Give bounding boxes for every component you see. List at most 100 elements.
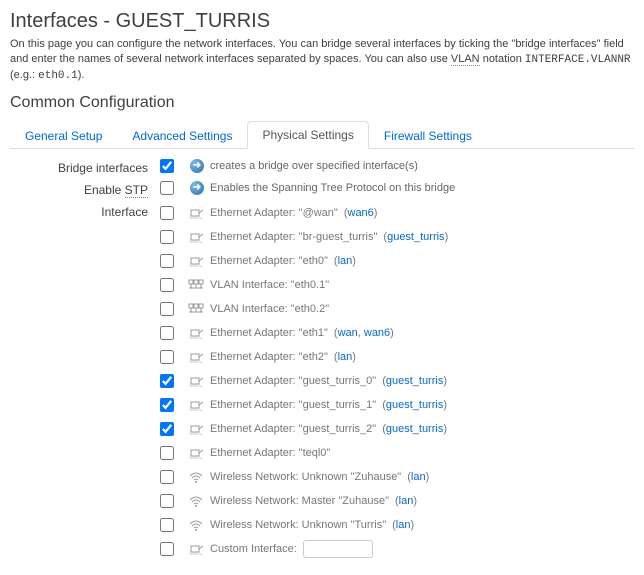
interface-text: Wireless Network: Unknown "Turris" [210,519,386,531]
wifi-icon [188,494,204,508]
tab-physical-settings[interactable]: Physical Settings [247,121,368,149]
interface-networks: (lan) [334,255,356,267]
vlan-icon [188,278,204,292]
interface-item: Wireless Network: Unknown "Zuhause" (lan… [160,467,448,487]
vlan-abbr: VLAN [451,53,480,66]
interface-networks: (lan) [392,519,414,531]
interface-text: Ethernet Adapter: "eth2" [210,351,328,363]
stp-hint: Enables the Spanning Tree Protocol on th… [210,182,455,194]
eth-icon [188,230,204,244]
interface-networks: (guest_turris) [383,231,448,243]
network-link[interactable]: guest_turris [387,231,444,243]
interface-networks: (lan) [395,495,417,507]
interface-text: Ethernet Adapter: "eth1" [210,327,328,339]
custom-interface-label: Custom Interface: [210,543,297,555]
interface-checkbox[interactable] [160,206,174,220]
network-link[interactable]: lan [399,495,414,507]
interface-networks: (guest_turris) [382,423,447,435]
network-link[interactable]: guest_turris [386,399,443,411]
interface-checkbox[interactable] [160,326,174,340]
interface-text: Ethernet Adapter: "teql0" [210,447,330,459]
section-title: Common Configuration [10,94,634,112]
eth-icon [188,542,204,556]
interface-text: Ethernet Adapter: "br-guest_turris" [210,231,377,243]
stp-checkbox[interactable] [160,181,174,195]
interface-item: Ethernet Adapter: "eth1" (wan, wan6) [160,323,448,343]
bridge-label: Bridge interfaces [10,159,160,175]
tab-firewall-settings[interactable]: Firewall Settings [369,122,487,149]
interface-item: Wireless Network: Master "Zuhause" (lan) [160,491,448,511]
interface-checkbox[interactable] [160,422,174,436]
page-description: On this page you can configure the netwo… [10,37,634,84]
eth-icon [188,350,204,364]
custom-interface-row: Custom Interface: [160,539,448,559]
interface-checkbox[interactable] [160,254,174,268]
network-link[interactable]: guest_turris [386,423,443,435]
eth-icon [188,254,204,268]
network-link[interactable]: wan [338,327,358,339]
bridge-checkbox[interactable] [160,159,174,173]
network-link[interactable]: lan [338,351,353,363]
bridge-hint: creates a bridge over specified interfac… [210,160,418,172]
interface-text: Wireless Network: Unknown "Zuhause" [210,471,401,483]
stp-label-pre: Enable [84,183,125,197]
notation-code: INTERFACE.VLANNR [525,54,631,66]
notation-example-code: eth0.1 [38,70,78,82]
interface-item: Ethernet Adapter: "guest_turris_2" (gues… [160,419,448,439]
custom-interface-checkbox[interactable] [160,542,174,556]
interface-row: Interface Ethernet Adapter: "@wan" (wan6… [10,203,634,559]
eth-icon [188,206,204,220]
network-link[interactable]: lan [338,255,353,267]
tabs: General SetupAdvanced SettingsPhysical S… [10,120,634,149]
interface-text: VLAN Interface: "eth0.1" [210,279,329,291]
interface-item: Ethernet Adapter: "teql0" [160,443,448,463]
interface-item: Ethernet Adapter: "guest_turris_1" (gues… [160,395,448,415]
network-link[interactable]: lan [411,471,426,483]
wifi-icon [188,470,204,484]
interface-networks: (guest_turris) [382,399,447,411]
tab-general-setup[interactable]: General Setup [10,122,117,149]
interface-text: Ethernet Adapter: "guest_turris_1" [210,399,376,411]
eth-icon [188,326,204,340]
eth-icon [188,374,204,388]
interface-checkbox[interactable] [160,518,174,532]
interface-networks: (lan) [334,351,356,363]
interface-checkbox[interactable] [160,230,174,244]
network-link[interactable]: lan [396,519,411,531]
network-link[interactable]: wan6 [348,207,374,219]
eth-icon [188,446,204,460]
tab-advanced-settings[interactable]: Advanced Settings [117,122,247,149]
info-icon: ➜ [190,181,204,195]
interface-text: Ethernet Adapter: "guest_turris_0" [210,375,376,387]
custom-interface-input[interactable] [303,540,373,558]
interface-checkbox[interactable] [160,374,174,388]
interface-checkbox[interactable] [160,278,174,292]
interface-networks: (guest_turris) [382,375,447,387]
stp-abbr: STP [125,183,148,198]
interface-checkbox[interactable] [160,350,174,364]
interface-item: Ethernet Adapter: "eth0" (lan) [160,251,448,271]
info-icon: ➜ [190,159,204,173]
eth-icon [188,398,204,412]
interface-checkbox[interactable] [160,398,174,412]
interface-checkbox[interactable] [160,446,174,460]
network-link[interactable]: wan6 [364,327,390,339]
interface-item: Ethernet Adapter: "eth2" (lan) [160,347,448,367]
stp-row: Enable STP ➜ Enables the Spanning Tree P… [10,181,634,197]
interface-checkbox[interactable] [160,470,174,484]
desc-text-3: (e.g.: [10,69,38,81]
interface-checkbox[interactable] [160,302,174,316]
network-link[interactable]: guest_turris [386,375,443,387]
interface-text: VLAN Interface: "eth0.2" [210,303,329,315]
page-title: Interfaces - GUEST_TURRIS [10,10,634,33]
stp-label: Enable STP [10,181,160,197]
desc-text-4: ). [78,69,85,81]
interface-item: Ethernet Adapter: "br-guest_turris" (gue… [160,227,448,247]
interface-text: Ethernet Adapter: "@wan" [210,207,338,219]
interface-networks: (wan6) [344,207,378,219]
interface-networks: (wan, wan6) [334,327,394,339]
interface-checkbox[interactable] [160,494,174,508]
interface-text: Ethernet Adapter: "guest_turris_2" [210,423,376,435]
bridge-row: Bridge interfaces ➜ creates a bridge ove… [10,159,634,175]
interface-item: Wireless Network: Unknown "Turris" (lan) [160,515,448,535]
